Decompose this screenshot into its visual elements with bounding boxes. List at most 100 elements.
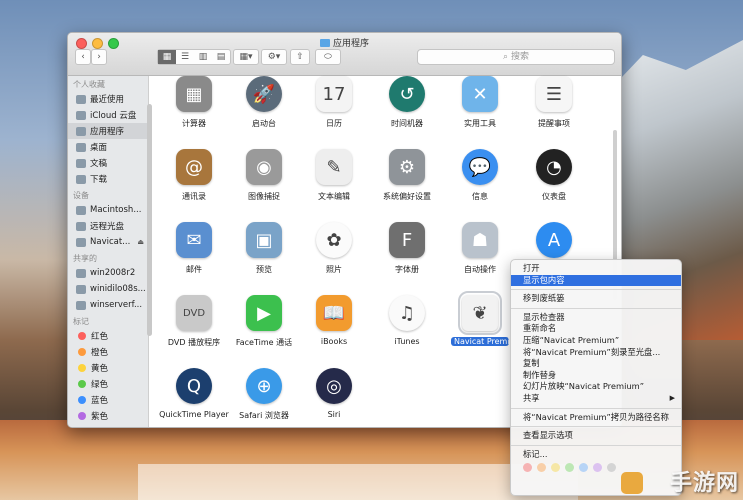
- utilities-folder-icon[interactable]: ✕: [462, 76, 498, 112]
- action-button[interactable]: ⚙▾: [261, 49, 287, 65]
- app-item[interactable]: ✕ 实用工具: [442, 76, 518, 129]
- app-item[interactable]: ♫ iTunes: [369, 295, 445, 346]
- preview-icon[interactable]: ▣: [246, 222, 282, 258]
- photos-icon[interactable]: ✿: [316, 222, 352, 258]
- sidebar-shared-item[interactable]: winidilo08s...: [68, 281, 148, 297]
- sidebar-device-item[interactable]: 远程光盘: [68, 218, 148, 234]
- menu-item[interactable]: 显示检查器: [511, 312, 681, 324]
- menu-item[interactable]: 查看显示选项: [511, 430, 681, 442]
- menu-tag-dot[interactable]: [565, 463, 574, 473]
- app-item[interactable]: @ 通讯录: [156, 149, 232, 202]
- app-item[interactable]: 🚀 启动台: [226, 76, 302, 129]
- app-item[interactable]: ⊕ Safari 浏览器: [226, 368, 302, 421]
- search-input[interactable]: ⌕ 搜索: [417, 49, 615, 65]
- app-item[interactable]: ❦ Navicat Premium: [442, 291, 518, 349]
- app-item[interactable]: 💬 信息: [442, 149, 518, 202]
- app-item[interactable]: ⚙ 系统偏好设置: [369, 149, 445, 202]
- app-item[interactable]: ◎ Siri: [296, 368, 372, 419]
- menu-item[interactable]: 标记...: [511, 449, 681, 461]
- sidebar-shared-item[interactable]: winserverf...: [68, 297, 148, 313]
- app-item[interactable]: 17 日历: [296, 76, 372, 129]
- column-view-icon[interactable]: ▥: [194, 50, 212, 64]
- app-store-icon[interactable]: A: [536, 222, 572, 258]
- calculator-icon[interactable]: ▦: [176, 76, 212, 112]
- app-item[interactable]: ▶ FaceTime 通话: [226, 295, 302, 348]
- sidebar-tag-item[interactable]: 紫色: [68, 408, 148, 424]
- calendar-icon[interactable]: 17: [316, 76, 352, 112]
- sidebar-tag-item[interactable]: 红色: [68, 328, 148, 344]
- system-preferences-icon[interactable]: ⚙: [389, 149, 425, 185]
- menu-tag-dot[interactable]: [579, 463, 588, 473]
- font-book-icon[interactable]: F: [389, 222, 425, 258]
- arrange-button[interactable]: ▦▾: [233, 49, 259, 65]
- quicktime-icon[interactable]: Q: [176, 368, 212, 404]
- menu-item[interactable]: 显示包内容: [511, 274, 681, 287]
- dvd-player-icon[interactable]: DVD: [176, 295, 212, 331]
- ibooks-icon[interactable]: 📖: [316, 295, 352, 331]
- icon-view-icon[interactable]: ▦: [158, 50, 176, 64]
- menu-item[interactable]: 移到废纸篓: [511, 293, 681, 305]
- tags-button[interactable]: ⬭: [315, 49, 341, 65]
- menu-tag-dot[interactable]: [551, 463, 560, 473]
- sidebar-scrollbar[interactable]: [147, 104, 152, 336]
- app-item[interactable]: ☗ 自动操作: [442, 222, 518, 275]
- app-item[interactable]: A: [516, 222, 592, 258]
- share-button[interactable]: ⇧: [290, 49, 310, 65]
- app-item[interactable]: ▦ 计算器: [156, 76, 232, 129]
- gallery-view-icon[interactable]: ▤: [212, 50, 230, 64]
- app-item[interactable]: ◉ 图像捕捉: [226, 149, 302, 202]
- sidebar-favorite-item[interactable]: 桌面: [68, 139, 148, 155]
- app-item[interactable]: Q QuickTime Player: [156, 368, 232, 419]
- app-item[interactable]: F 字体册: [369, 222, 445, 275]
- reminders-icon[interactable]: ☰: [536, 76, 572, 112]
- app-item[interactable]: ✉ 邮件: [156, 222, 232, 275]
- app-item[interactable]: ✎ 文本编辑: [296, 149, 372, 202]
- back-button[interactable]: ‹: [75, 49, 91, 65]
- app-item[interactable]: ▣ 预览: [226, 222, 302, 275]
- sidebar-tag-item[interactable]: 蓝色: [68, 392, 148, 408]
- menu-item[interactable]: 共享 ▶: [511, 393, 681, 405]
- image-capture-icon[interactable]: ◉: [246, 149, 282, 185]
- menu-item[interactable]: 幻灯片放映“Navicat Premium”: [511, 381, 681, 393]
- menu-tag-dot[interactable]: [523, 463, 532, 473]
- menu-tag-dot[interactable]: [537, 463, 546, 473]
- menu-item[interactable]: 将“Navicat Premium”拷贝为路径名称: [511, 412, 681, 424]
- navicat-icon[interactable]: ❦: [458, 291, 502, 335]
- itunes-icon[interactable]: ♫: [389, 295, 425, 331]
- sidebar-favorite-item[interactable]: 下载: [68, 171, 148, 187]
- textedit-icon[interactable]: ✎: [316, 149, 352, 185]
- sidebar-tag-item[interactable]: 橙色: [68, 344, 148, 360]
- forward-button[interactable]: ›: [91, 49, 107, 65]
- menu-item[interactable]: 将“Navicat Premium”刻录至光盘...: [511, 347, 681, 359]
- menu-item[interactable]: 压缩“Navicat Premium”: [511, 335, 681, 347]
- sidebar-device-item[interactable]: Navicat... ⏏: [68, 234, 148, 250]
- safari-icon[interactable]: ⊕: [246, 368, 282, 404]
- automator-icon[interactable]: ☗: [462, 222, 498, 258]
- menu-item[interactable]: 打开: [511, 263, 681, 275]
- facetime-icon[interactable]: ▶: [246, 295, 282, 331]
- menu-item[interactable]: 复制: [511, 358, 681, 370]
- menu-tag-dot[interactable]: [593, 463, 602, 473]
- menu-tag-dot[interactable]: [607, 463, 616, 473]
- app-item[interactable]: ☰ 提醒事项: [516, 76, 592, 129]
- sidebar-favorite-item[interactable]: 最近使用: [68, 91, 148, 107]
- sidebar-tag-item[interactable]: 绿色: [68, 376, 148, 392]
- sidebar-favorite-item[interactable]: iCloud 云盘: [68, 107, 148, 123]
- menu-item[interactable]: 制作替身: [511, 370, 681, 382]
- mail-icon[interactable]: ✉: [176, 222, 212, 258]
- list-view-icon[interactable]: ☰: [176, 50, 194, 64]
- sidebar-shared-item[interactable]: win2008r2: [68, 265, 148, 281]
- app-item[interactable]: DVD DVD 播放程序: [156, 295, 232, 348]
- eject-icon[interactable]: ⏏: [137, 238, 144, 246]
- time-machine-icon[interactable]: ↺: [389, 76, 425, 112]
- app-item[interactable]: ↺ 时间机器: [369, 76, 445, 129]
- dashboard-icon[interactable]: ◔: [536, 149, 572, 185]
- sidebar-favorite-item[interactable]: 文稿: [68, 155, 148, 171]
- menu-item[interactable]: 重新命名: [511, 323, 681, 335]
- sidebar-favorite-item[interactable]: 应用程序: [68, 123, 148, 139]
- app-item[interactable]: 📖 iBooks: [296, 295, 372, 346]
- sidebar-tag-item[interactable]: 黄色: [68, 360, 148, 376]
- sidebar-device-item[interactable]: Macintosh...: [68, 202, 148, 218]
- contacts-icon[interactable]: @: [176, 149, 212, 185]
- siri-icon[interactable]: ◎: [316, 368, 352, 404]
